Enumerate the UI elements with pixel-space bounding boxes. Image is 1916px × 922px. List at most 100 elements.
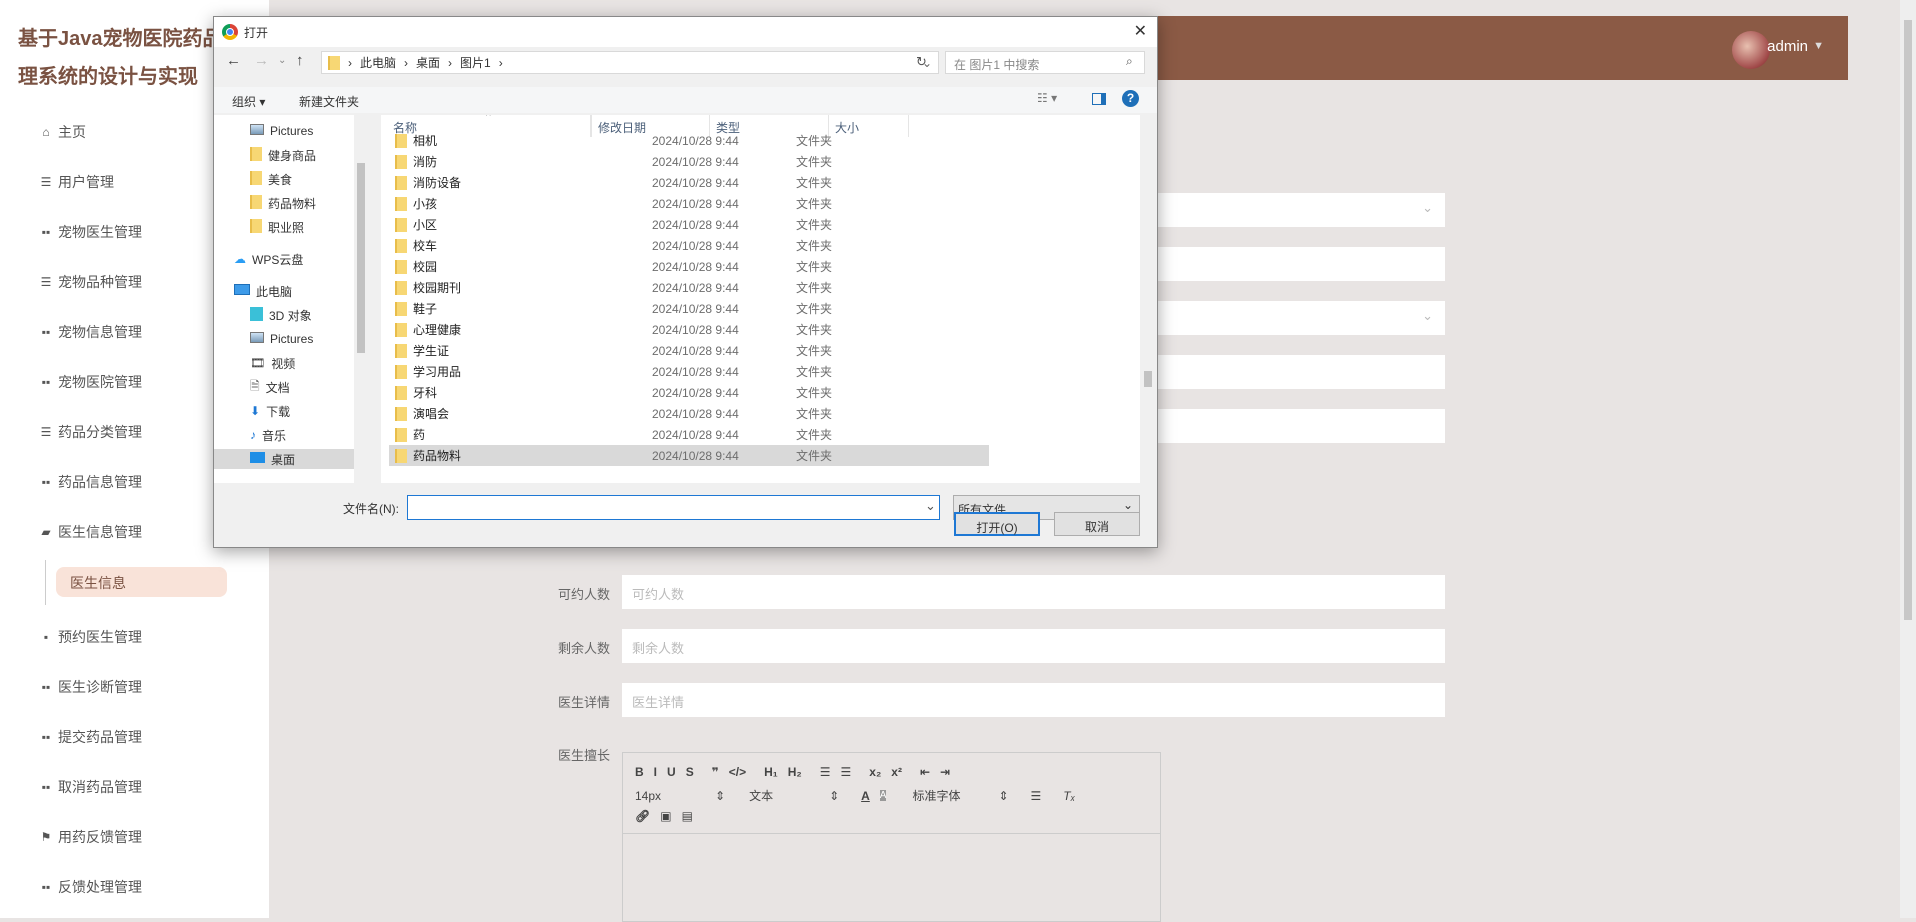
sidebar-item[interactable]: ⚑ 用药反馈管理 xyxy=(38,827,142,847)
nav-pane-item[interactable]: Pictures📌︎ xyxy=(250,121,368,141)
file-row[interactable]: 牙科 2024/10/28 9:44 文件夹 xyxy=(389,382,989,403)
file-row[interactable]: 校车 2024/10/28 9:44 文件夹 xyxy=(389,235,989,256)
sidebar-item[interactable]: ▪▪ 医生诊断管理 xyxy=(38,677,142,697)
nav-pane-item[interactable]: 此电脑 xyxy=(234,281,292,301)
organize-button[interactable]: 组织 ▾ xyxy=(232,93,265,110)
editor-tool-icon[interactable]: S xyxy=(686,765,694,779)
editor-tool-icon[interactable]: ☰ xyxy=(820,765,831,779)
crumb[interactable]: 此电脑 xyxy=(360,54,396,71)
file-row[interactable]: 消防 2024/10/28 9:44 文件夹 xyxy=(389,151,989,172)
file-row[interactable]: 心理健康 2024/10/28 9:44 文件夹 xyxy=(389,319,989,340)
sidebar-item[interactable]: ▪▪ 宠物医生管理 xyxy=(38,222,142,242)
font-family-select[interactable]: 标准字体 xyxy=(912,787,988,804)
image-icon[interactable]: ▣ xyxy=(660,809,671,823)
nav-pane-item[interactable]: 药品物料 xyxy=(250,193,316,213)
align-icon[interactable]: ☰ xyxy=(1031,789,1042,803)
editor-tool-icon[interactable]: ⇥ xyxy=(940,765,950,779)
up-icon[interactable]: ↑ xyxy=(296,52,304,69)
video-icon[interactable]: ▤ xyxy=(682,809,693,823)
username[interactable]: admin xyxy=(1767,38,1808,55)
file-row[interactable]: 校园 2024/10/28 9:44 文件夹 xyxy=(389,256,989,277)
font-color-icon[interactable]: A xyxy=(861,789,870,803)
new-folder-button[interactable]: 新建文件夹 xyxy=(299,93,359,110)
nav-pane-item[interactable]: 🎞︎ 视频 xyxy=(250,353,295,373)
sidebar-item[interactable]: ▪ 预约医生管理 xyxy=(38,627,142,647)
file-row[interactable]: 学习用品 2024/10/28 9:44 文件夹 xyxy=(389,361,989,382)
rich-text-editor[interactable]: B I U S ❞ </> H₁ H₂ ☰ ☰ x₂ x² ⇤ ⇥ 14px ⇕ 文本 ⇕ A A 标准字体 ⇕… xyxy=(622,752,1161,922)
refresh-icon[interactable]: ↻ xyxy=(916,54,927,70)
editor-tool-icon[interactable]: U xyxy=(667,765,676,779)
sidebar-item[interactable]: ▪▪ 反馈处理管理 xyxy=(38,877,142,897)
view-options-icon[interactable]: ☷ ▾ xyxy=(1037,91,1057,105)
sidebar-item[interactable]: ☰ 宠物品种管理 xyxy=(38,272,142,292)
file-row[interactable]: 演唱会 2024/10/28 9:44 文件夹 xyxy=(389,403,989,424)
file-row[interactable]: 消防设备 2024/10/28 9:44 文件夹 xyxy=(389,172,989,193)
nav-pane-item[interactable]: ♪ 音乐 xyxy=(250,425,286,445)
file-row[interactable]: 药 2024/10/28 9:44 文件夹 xyxy=(389,424,989,445)
preview-pane-icon[interactable] xyxy=(1092,93,1106,105)
clear-format-icon[interactable]: Tₓ xyxy=(1063,789,1075,803)
file-row[interactable]: 小孩 2024/10/28 9:44 文件夹 xyxy=(389,193,989,214)
crumb[interactable]: 桌面 xyxy=(416,54,440,71)
detail-input[interactable]: 医生详情 xyxy=(622,683,1445,717)
editor-tool-icon[interactable]: </> xyxy=(729,765,746,779)
nav-pane-item[interactable]: ☁ WPS云盘 xyxy=(234,249,303,269)
editor-tool-icon[interactable]: x² xyxy=(891,765,902,779)
header-select[interactable]: 文本 xyxy=(749,787,819,804)
editor-tool-icon[interactable]: I xyxy=(654,765,657,779)
nav-pane-item[interactable]: 健身商品 xyxy=(250,145,316,165)
sidebar-item[interactable]: ▰ 医生信息管理 xyxy=(38,522,142,542)
editor-body[interactable] xyxy=(623,833,1160,834)
search-input[interactable]: 在 图片1 中搜索 xyxy=(945,51,1145,74)
nav-pane-item[interactable]: 桌面 xyxy=(214,449,354,469)
file-row[interactable]: 鞋子 2024/10/28 9:44 文件夹 xyxy=(389,298,989,319)
page-scrollbar[interactable] xyxy=(1900,0,1916,918)
editor-tool-icon[interactable]: x₂ xyxy=(869,765,881,779)
cancel-button[interactable]: 取消 xyxy=(1054,512,1140,536)
crumb[interactable]: 图片1 xyxy=(460,54,491,71)
filename-dropdown-icon[interactable]: ⌄ xyxy=(925,498,936,514)
background-color-icon[interactable]: A xyxy=(879,790,887,801)
remaining-input[interactable]: 剩余人数 xyxy=(622,629,1445,663)
file-row[interactable]: 相机 2024/10/28 9:44 文件夹 xyxy=(389,130,989,151)
list-scrollbar[interactable] xyxy=(1140,115,1156,483)
open-button[interactable]: 打开(O) xyxy=(954,512,1040,536)
file-row[interactable]: 小区 2024/10/28 9:44 文件夹 xyxy=(389,214,989,235)
nav-pane-item[interactable]: ⬇ 下载 xyxy=(250,401,290,421)
nav-pane-item[interactable]: Pictures xyxy=(250,329,313,349)
sidebar-item[interactable]: ☰ 药品分类管理 xyxy=(38,422,142,442)
font-size-select[interactable]: 14px xyxy=(635,789,705,803)
search-icon[interactable]: ⌕ xyxy=(1126,54,1133,69)
editor-tool-icon[interactable]: H₁ xyxy=(764,765,778,779)
nav-scrollbar[interactable] xyxy=(354,115,368,483)
editor-tool-icon[interactable]: H₂ xyxy=(788,765,802,779)
avatar[interactable] xyxy=(1732,31,1770,69)
nav-pane-item[interactable]: 3D 对象 xyxy=(250,305,312,325)
sidebar-item[interactable]: ▪▪ 提交药品管理 xyxy=(38,727,142,747)
recent-chevron-icon[interactable]: ⌄ xyxy=(278,55,286,66)
sidebar-item[interactable]: ▪▪ 取消药品管理 xyxy=(38,777,142,797)
back-icon[interactable]: ← xyxy=(226,52,241,69)
sidebar-item[interactable]: ☰ 用户管理 xyxy=(38,172,114,192)
editor-tool-icon[interactable]: ⇤ xyxy=(920,765,930,779)
nav-pane-item[interactable]: 职业照 xyxy=(250,217,304,237)
help-icon[interactable]: ? xyxy=(1122,90,1139,107)
file-row[interactable]: 校园期刊 2024/10/28 9:44 文件夹 xyxy=(389,277,989,298)
chevron-down-icon[interactable]: ▼ xyxy=(1813,40,1824,52)
nav-pane-item[interactable]: 美食 xyxy=(250,169,292,189)
sidebar-item[interactable]: ⌂ 主页 xyxy=(38,122,86,142)
editor-tool-icon[interactable]: ☰ xyxy=(841,765,852,779)
file-row[interactable]: 药品物料 2024/10/28 9:44 文件夹 xyxy=(389,445,989,466)
close-icon[interactable]: ✕ xyxy=(1134,21,1147,41)
address-bar[interactable]: › 此电脑 › 桌面 › 图片1 › ⌄ xyxy=(321,51,939,74)
sidebar-item[interactable]: ▪▪ 宠物医院管理 xyxy=(38,372,142,392)
editor-tool-icon[interactable]: ❞ xyxy=(712,765,719,779)
link-icon[interactable]: 🔗︎ xyxy=(635,809,650,823)
sidebar-subitem-doctor-info[interactable]: 医生信息 xyxy=(56,567,227,597)
filename-input[interactable] xyxy=(407,495,940,520)
sidebar-item[interactable]: ▪▪ 药品信息管理 xyxy=(38,472,142,492)
forward-icon[interactable]: → xyxy=(254,52,269,69)
editor-tool-icon[interactable]: B xyxy=(635,765,644,779)
file-row[interactable]: 学生证 2024/10/28 9:44 文件夹 xyxy=(389,340,989,361)
available-input[interactable]: 可约人数 xyxy=(622,575,1445,609)
